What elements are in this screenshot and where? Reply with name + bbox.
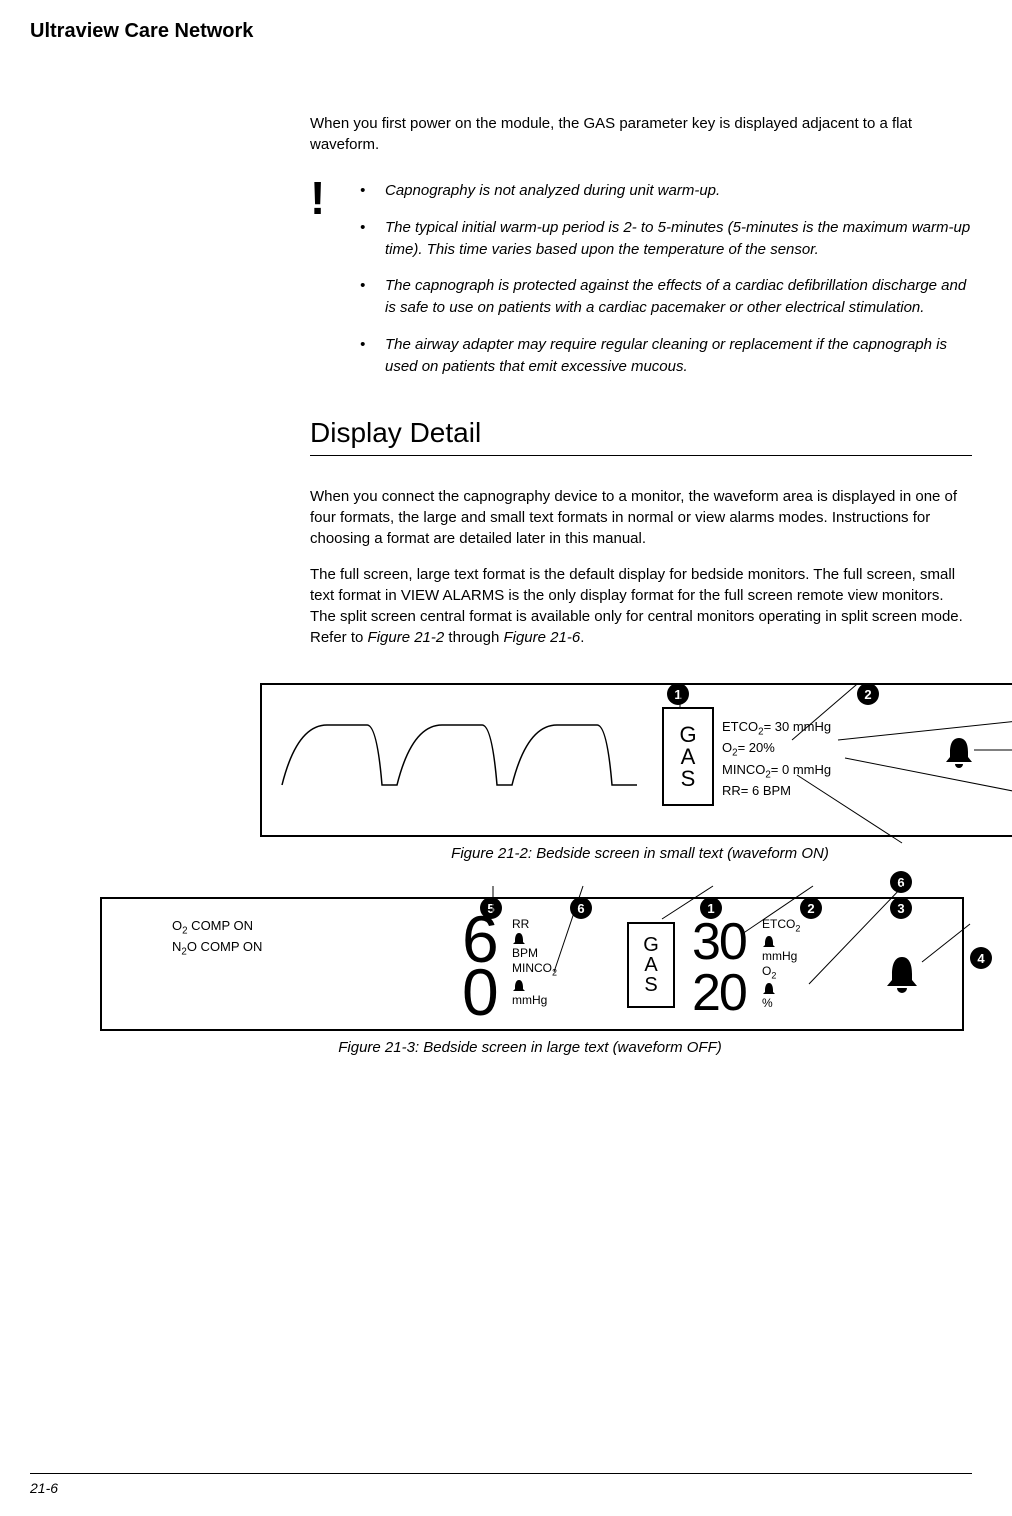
bell-icon bbox=[882, 954, 922, 994]
parameter-readings: ETCO2= 30 mmHg O2= 20% MINCO2= 0 mmHg RR… bbox=[722, 718, 831, 800]
mmhg-label: mmHg bbox=[762, 949, 800, 963]
exclamation-icon: ! bbox=[310, 180, 360, 392]
n2o-comp-label: N bbox=[172, 939, 181, 954]
alert-item: •The capnograph is protected against the… bbox=[360, 275, 972, 319]
o2-comp-label: O bbox=[172, 918, 182, 933]
o2-value: = 20% bbox=[738, 740, 775, 755]
gas-letter: A bbox=[681, 746, 696, 768]
capnography-waveform bbox=[277, 715, 647, 805]
comp-status: O2 COMP ON N2O COMP ON bbox=[172, 917, 262, 959]
intro-paragraph: When you first power on the module, the … bbox=[310, 113, 972, 155]
alert-item: •The airway adapter may require regular … bbox=[360, 334, 972, 378]
etco2-unit-block: ETCO2 mmHg O2 % bbox=[762, 917, 800, 1010]
n2o-comp-text: O COMP ON bbox=[187, 939, 263, 954]
bell-icon bbox=[512, 932, 526, 946]
alert-block: ! •Capnography is not analyzed during un… bbox=[310, 180, 972, 392]
monitor-screen-large: O2 COMP ON N2O COMP ON 6 0 RR BPM MINCO2… bbox=[100, 897, 964, 1031]
callout-6: 6 bbox=[890, 871, 912, 893]
alert-item: •Capnography is not analyzed during unit… bbox=[360, 180, 972, 202]
gas-letter: A bbox=[644, 955, 657, 975]
body-paragraph: When you connect the capnography device … bbox=[310, 486, 972, 549]
minco2-label: MINCO bbox=[722, 762, 765, 777]
alert-item: •The typical initial warm-up period is 2… bbox=[360, 217, 972, 261]
bell-icon bbox=[762, 935, 776, 949]
callout-4b: 4 bbox=[970, 947, 992, 969]
body-text: through bbox=[444, 629, 503, 646]
rr-unit-block: RR BPM MINCO2 mmHg bbox=[512, 917, 557, 1007]
o2-label: O bbox=[762, 964, 771, 978]
rr-value-large: 6 0 bbox=[462, 913, 496, 1019]
page-header: Ultraview Care Network bbox=[30, 20, 972, 43]
etco2-label: ETCO bbox=[722, 719, 758, 734]
alert-text: The typical initial warm-up period is 2-… bbox=[385, 217, 972, 261]
bell-icon bbox=[942, 735, 976, 769]
gas-letter: S bbox=[681, 768, 696, 790]
figure-21-2: 1 2 G A S ETCO2= 30 mmHg O2= 20% MINCO2=… bbox=[260, 683, 1012, 837]
big-number: 0 bbox=[462, 966, 496, 1019]
etco2-label: ETCO bbox=[762, 917, 795, 931]
alert-text: The airway adapter may require regular c… bbox=[385, 334, 972, 378]
bell-icon bbox=[512, 979, 526, 993]
bpm-label: BPM bbox=[512, 946, 557, 960]
figure-ref: Figure 21-2 bbox=[368, 629, 445, 646]
mmhg-label: mmHg bbox=[512, 993, 557, 1007]
alert-text: The capnograph is protected against the … bbox=[385, 275, 972, 319]
bell-icon bbox=[762, 982, 776, 996]
body-text: . bbox=[580, 629, 584, 646]
figure-caption: Figure 21-2: Bedside screen in small tex… bbox=[260, 845, 1012, 862]
etco2-value-large: 30 bbox=[692, 916, 746, 968]
gas-letter: G bbox=[679, 724, 696, 746]
gas-letter: S bbox=[644, 975, 657, 995]
rr-value: RR= 6 BPM bbox=[722, 782, 831, 800]
percent-label: % bbox=[762, 996, 800, 1010]
minco2-label: MINCO bbox=[512, 961, 552, 975]
o2-comp-text: COMP ON bbox=[188, 918, 254, 933]
page-number: 21-6 bbox=[30, 1473, 972, 1496]
rr-label: RR bbox=[512, 917, 557, 931]
o2-value-large: 20 bbox=[692, 967, 746, 1019]
alert-text: Capnography is not analyzed during unit … bbox=[385, 180, 720, 202]
figure-ref: Figure 21-6 bbox=[503, 629, 580, 646]
figure-caption-2: Figure 21-3: Bedside screen in large tex… bbox=[100, 1039, 960, 1056]
section-title: Display Detail bbox=[310, 417, 972, 456]
monitor-screen-small: G A S ETCO2= 30 mmHg O2= 20% MINCO2= 0 m… bbox=[260, 683, 1012, 837]
gas-letter: G bbox=[643, 935, 659, 955]
minco2-value: = 0 mmHg bbox=[771, 762, 831, 777]
gas-parameter-key[interactable]: G A S bbox=[662, 707, 714, 806]
figure-21-3: 5 6 1 2 3 4 O2 COMP ON N2O COMP ON 6 0 R… bbox=[100, 897, 1000, 1031]
o2-label: O bbox=[722, 740, 732, 755]
gas-parameter-key[interactable]: G A S bbox=[627, 922, 675, 1008]
body-paragraph: The full screen, large text format is th… bbox=[310, 564, 972, 648]
etco2-value: = 30 mmHg bbox=[764, 719, 832, 734]
